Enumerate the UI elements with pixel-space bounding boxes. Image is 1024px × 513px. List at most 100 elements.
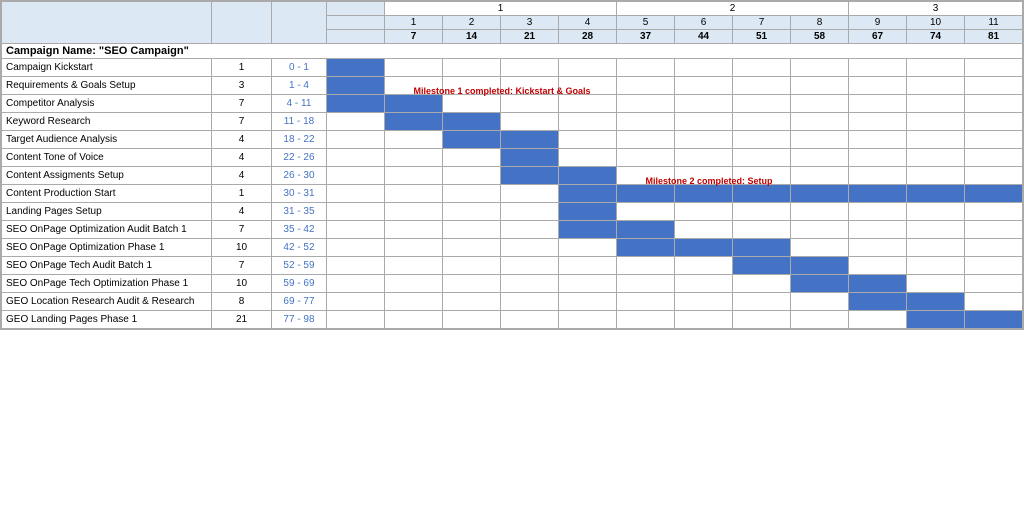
gantt-cell <box>327 203 385 221</box>
gantt-cell <box>327 149 385 167</box>
gantt-cell <box>617 185 675 203</box>
task-row: SEO OnPage Tech Optimization Phase 11059… <box>2 275 1023 293</box>
gantt-cell <box>965 275 1023 293</box>
task-duration: 3 <box>212 77 272 95</box>
gantt-cell <box>907 149 965 167</box>
gantt-cell <box>965 149 1023 167</box>
gantt-cell <box>327 239 385 257</box>
task-row: Content Assigments Setup426 - 30Mileston… <box>2 167 1023 185</box>
task-name: GEO Location Research Audit & Research <box>2 293 212 311</box>
gantt-cell <box>443 221 501 239</box>
task-range: 52 - 59 <box>272 257 327 275</box>
task-row: Target Audience Analysis418 - 22 <box>2 131 1023 149</box>
gantt-cell <box>559 311 617 329</box>
task-range: 77 - 98 <box>272 311 327 329</box>
days-label <box>327 30 385 44</box>
task-duration: 21 <box>212 311 272 329</box>
gantt-cell <box>443 149 501 167</box>
task-range: 30 - 31 <box>272 185 327 203</box>
gantt-cell <box>501 131 559 149</box>
gantt-cell <box>617 131 675 149</box>
gantt-cell <box>385 59 443 77</box>
gantt-cell <box>791 239 849 257</box>
task-duration: 7 <box>212 95 272 113</box>
gantt-cell <box>559 131 617 149</box>
gantt-cell <box>849 149 907 167</box>
gantt-cell <box>327 59 385 77</box>
gantt-cell <box>385 257 443 275</box>
gantt-cell <box>443 293 501 311</box>
header-task-col <box>2 2 212 44</box>
months-label <box>327 2 385 16</box>
weeks-label <box>327 16 385 30</box>
gantt-cell <box>559 149 617 167</box>
milestone-label: Milestone 1 completed: Kickstart & Goals <box>414 86 591 96</box>
task-name: Landing Pages Setup <box>2 203 212 221</box>
gantt-cell <box>907 311 965 329</box>
gantt-cell <box>501 149 559 167</box>
gantt-cell <box>617 311 675 329</box>
month-1: 1 <box>385 2 617 16</box>
task-name: Content Production Start <box>2 185 212 203</box>
day-81: 81 <box>965 30 1023 44</box>
gantt-cell <box>559 293 617 311</box>
gantt-cell <box>443 257 501 275</box>
week-5: 5 <box>617 16 675 30</box>
task-row: SEO OnPage Optimization Phase 11042 - 52 <box>2 239 1023 257</box>
gantt-chart: 1 2 3 1 2 3 4 5 6 7 8 9 10 11 12 <box>0 0 1024 330</box>
week-6: 6 <box>675 16 733 30</box>
gantt-cell <box>385 167 443 185</box>
week-9: 9 <box>849 16 907 30</box>
task-name: Target Audience Analysis <box>2 131 212 149</box>
gantt-cell <box>733 257 791 275</box>
gantt-cell <box>965 293 1023 311</box>
gantt-cell <box>733 113 791 131</box>
day-14: 14 <box>443 30 501 44</box>
gantt-cell <box>501 293 559 311</box>
gantt-cell <box>501 59 559 77</box>
task-range: 31 - 35 <box>272 203 327 221</box>
gantt-cell <box>327 77 385 95</box>
gantt-cell <box>327 257 385 275</box>
gantt-cell <box>385 275 443 293</box>
gantt-cell <box>849 95 907 113</box>
gantt-cell <box>907 113 965 131</box>
gantt-cell <box>965 167 1023 185</box>
gantt-cell <box>907 167 965 185</box>
gantt-cell <box>675 185 733 203</box>
gantt-cell <box>559 185 617 203</box>
gantt-cell <box>443 311 501 329</box>
gantt-cell <box>675 257 733 275</box>
task-name: SEO OnPage Optimization Audit Batch 1 <box>2 221 212 239</box>
campaign-title: Campaign Name: "SEO Campaign" <box>2 44 1023 59</box>
task-range: 69 - 77 <box>272 293 327 311</box>
task-duration: 1 <box>212 185 272 203</box>
task-range: 11 - 18 <box>272 113 327 131</box>
gantt-cell <box>559 275 617 293</box>
gantt-cell <box>965 131 1023 149</box>
gantt-cell <box>965 113 1023 131</box>
gantt-cell <box>559 257 617 275</box>
gantt-cell <box>907 77 965 95</box>
month-2: 2 <box>617 2 849 16</box>
header-duration-col <box>212 2 272 44</box>
task-row: Keyword Research711 - 18 <box>2 113 1023 131</box>
gantt-cell <box>327 185 385 203</box>
gantt-cell <box>327 311 385 329</box>
gantt-cell <box>443 275 501 293</box>
gantt-cell <box>849 203 907 221</box>
gantt-cell <box>907 239 965 257</box>
week-10: 10 <box>907 16 965 30</box>
task-name: Keyword Research <box>2 113 212 131</box>
gantt-cell <box>849 221 907 239</box>
gantt-cell <box>501 113 559 131</box>
task-row: Landing Pages Setup431 - 35 <box>2 203 1023 221</box>
gantt-cell <box>501 239 559 257</box>
gantt-cell <box>791 131 849 149</box>
week-2: 2 <box>443 16 501 30</box>
gantt-cell <box>617 293 675 311</box>
gantt-cell <box>965 257 1023 275</box>
gantt-cell <box>675 293 733 311</box>
gantt-cell <box>617 239 675 257</box>
gantt-cell <box>907 275 965 293</box>
